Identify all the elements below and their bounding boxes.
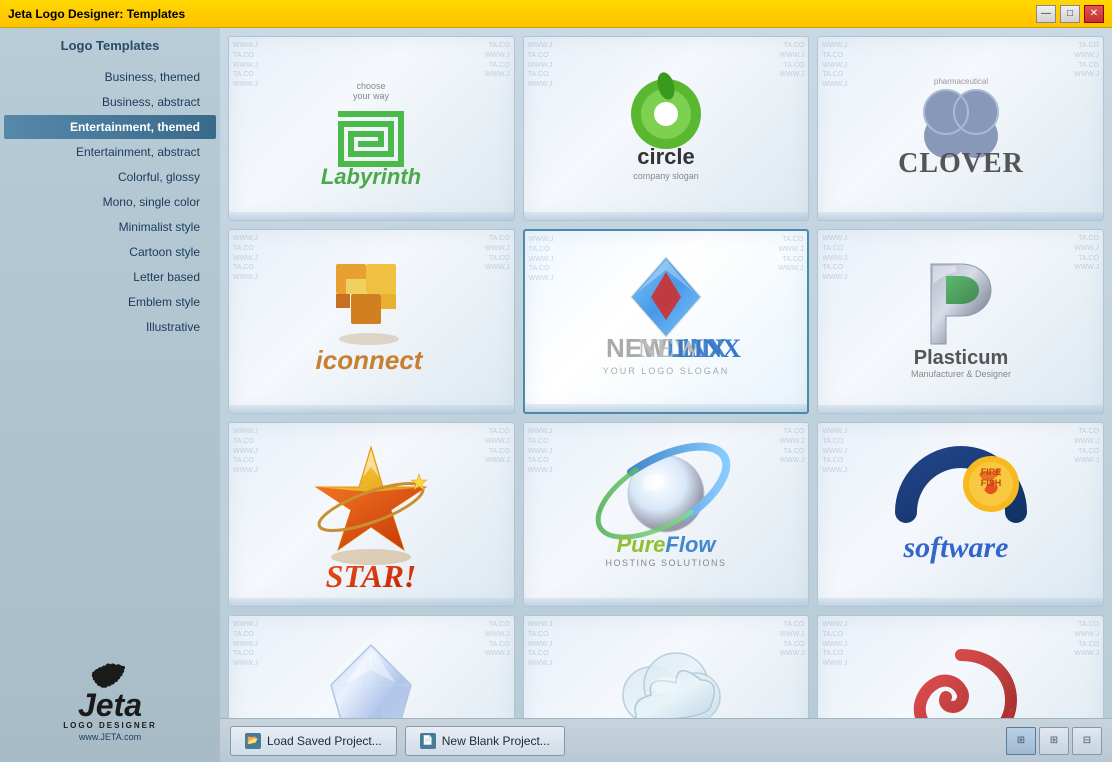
sidebar-item-letter-based[interactable]: Letter based: [4, 265, 216, 289]
sidebar-item-business--abstract[interactable]: Business, abstract: [4, 90, 216, 114]
horse-icon: [80, 662, 140, 689]
template-card-crystal[interactable]: WWW.JTA.COWWW.JTA.COWWW.J TA.COWWW.JTA.C…: [228, 615, 515, 718]
logo-plasticum-content: Plasticum Manufacturer & Designer: [818, 230, 1103, 413]
minimize-button[interactable]: —: [1036, 5, 1056, 23]
sidebar-item-entertainment--abstract[interactable]: Entertainment, abstract: [4, 140, 216, 164]
template-card-circle[interactable]: WWW.JTA.COWWW.JTA.COWWW.J TA.COWWW.JTA.C…: [523, 36, 810, 221]
svg-text:LINX: LINX: [676, 334, 741, 363]
template-grid-scroll[interactable]: WWW.JTA.COWWW.JTA.COWWW.J TA.COWWW.JTA.C…: [220, 28, 1112, 718]
logo-iconnect-content: iconnect: [229, 230, 514, 413]
sidebar-title: Logo Templates: [0, 38, 220, 53]
svg-text:YOUR LOGO SLOGAN: YOUR LOGO SLOGAN: [603, 366, 730, 376]
logo-crystal-content: [229, 616, 514, 718]
svg-text:pharmaceutical: pharmaceutical: [934, 77, 988, 86]
logo-labyrinth-content: choose your way Labyrinth: [229, 37, 514, 220]
load-icon: 📂: [245, 733, 261, 749]
template-card-labyrinth[interactable]: WWW.JTA.COWWW.JTA.COWWW.J TA.COWWW.JTA.C…: [228, 36, 515, 221]
svg-text:choose: choose: [357, 81, 386, 91]
jeta-website: www.JETA.com: [79, 732, 141, 742]
logo-firefish-content: FIRE FISH software: [818, 423, 1103, 606]
title-bar: Jeta Logo Designer: Templates — □ ✕: [0, 0, 1112, 28]
svg-text:HOSTING SOLUTIONS: HOSTING SOLUTIONS: [605, 558, 726, 568]
template-card-plasticum[interactable]: WWW.JTA.COWWW.JTA.COWWW.J TA.COWWW.JTA.C…: [817, 229, 1104, 414]
svg-text:software: software: [902, 531, 1008, 564]
template-card-clover[interactable]: WWW.JTA.COWWW.JTA.COWWW.J TA.COWWW.JTA.C…: [817, 36, 1104, 221]
sidebar-item-mono--single-color[interactable]: Mono, single color: [4, 190, 216, 214]
template-grid: WWW.JTA.COWWW.JTA.COWWW.J TA.COWWW.JTA.C…: [228, 36, 1104, 718]
new-btn-label: New Blank Project...: [442, 734, 550, 748]
close-button[interactable]: ✕: [1084, 5, 1104, 23]
load-btn-label: Load Saved Project...: [267, 734, 382, 748]
svg-text:Manufacturer & Designer: Manufacturer & Designer: [911, 369, 1011, 379]
template-card-pureflow[interactable]: WWW.JTA.COWWW.JTA.COWWW.J TA.COWWW.JTA.C…: [523, 422, 810, 607]
jeta-logo-image: Jeta LOGO DESIGNER www.JETA.com: [60, 662, 160, 742]
template-card-newlinx[interactable]: WWW.JTA.COWWW.JTA.COWWW.J TA.COWWW.JTA.C…: [523, 229, 810, 414]
sidebar-nav: Logo Templates Business, themedBusiness,…: [0, 38, 220, 340]
content-area: WWW.JTA.COWWW.JTA.COWWW.J TA.COWWW.JTA.C…: [220, 28, 1112, 762]
svg-text:Plasticum: Plasticum: [913, 347, 1007, 369]
svg-text:iconnect: iconnect: [316, 345, 424, 375]
template-card-star[interactable]: WWW.JTA.COWWW.JTA.COWWW.J TA.COWWW.JTA.C…: [228, 422, 515, 607]
main-container: Logo Templates Business, themedBusiness,…: [0, 28, 1112, 762]
maximize-button[interactable]: □: [1060, 5, 1080, 23]
view-medium-button[interactable]: ⊞: [1039, 727, 1069, 755]
view-large-button[interactable]: ⊞: [1006, 727, 1036, 755]
svg-text:CLOVER: CLOVER: [898, 148, 1024, 179]
svg-text:your way: your way: [353, 91, 390, 101]
sidebar-item-entertainment--themed[interactable]: Entertainment, themed: [4, 115, 216, 139]
sidebar-item-colorful--glossy[interactable]: Colorful, glossy: [4, 165, 216, 189]
title-bar-buttons: — □ ✕: [1036, 5, 1104, 23]
logo-star-content: STAR!: [229, 423, 514, 606]
sidebar-items-list: Business, themedBusiness, abstractEntert…: [0, 65, 220, 339]
jeta-brand-name: Jeta: [78, 689, 142, 721]
svg-text:company slogan: company slogan: [633, 171, 699, 181]
view-buttons: ⊞ ⊞ ⊟: [1006, 727, 1102, 755]
svg-text:Labyrinth: Labyrinth: [321, 164, 421, 189]
template-card-firefish[interactable]: WWW.JTA.COWWW.JTA.COWWW.J TA.COWWW.JTA.C…: [817, 422, 1104, 607]
svg-text:STAR!: STAR!: [326, 558, 417, 594]
view-small-button[interactable]: ⊟: [1072, 727, 1102, 755]
template-card-iconnect[interactable]: WWW.JTA.COWWW.JTA.COWWW.J TA.COWWW.JTA.C…: [228, 229, 515, 414]
sidebar-logo: Jeta LOGO DESIGNER www.JETA.com: [0, 652, 220, 752]
logo-clover-content: pharmaceutical CLOVER: [818, 37, 1103, 220]
bottom-bar: 📂 Load Saved Project... 📄 New Blank Proj…: [220, 718, 1112, 762]
new-project-button[interactable]: 📄 New Blank Project...: [405, 726, 565, 756]
sidebar-item-emblem-style[interactable]: Emblem style: [4, 290, 216, 314]
sidebar-item-illustrative[interactable]: Illustrative: [4, 315, 216, 339]
svg-text:FISH: FISH: [980, 478, 1001, 488]
svg-text:PureFlow: PureFlow: [616, 532, 717, 557]
sidebar-item-cartoon-style[interactable]: Cartoon style: [4, 240, 216, 264]
title-bar-text: Jeta Logo Designer: Templates: [8, 7, 185, 21]
logo-newlinx-content: NEWLINX NEW LINX YOUR LOGO SLOGAN: [525, 231, 808, 412]
sidebar-item-minimalist-style[interactable]: Minimalist style: [4, 215, 216, 239]
new-icon: 📄: [420, 733, 436, 749]
load-project-button[interactable]: 📂 Load Saved Project...: [230, 726, 397, 756]
svg-text:circle: circle: [637, 144, 695, 169]
logo-cloud-content: [524, 616, 809, 718]
svg-text:FIRE: FIRE: [980, 467, 1001, 477]
template-card-cloud[interactable]: WWW.JTA.COWWW.JTA.COWWW.J TA.COWWW.JTA.C…: [523, 615, 810, 718]
jeta-brand-sub: LOGO DESIGNER: [63, 721, 157, 730]
sidebar-item-business--themed[interactable]: Business, themed: [4, 65, 216, 89]
logo-circle-content: circle company slogan: [524, 37, 809, 220]
logo-swirl-content: [818, 616, 1103, 718]
template-card-swirl[interactable]: WWW.JTA.COWWW.JTA.COWWW.J TA.COWWW.JTA.C…: [817, 615, 1104, 718]
sidebar: Logo Templates Business, themedBusiness,…: [0, 28, 220, 762]
logo-pureflow-content: PureFlow HOSTING SOLUTIONS: [524, 423, 809, 606]
